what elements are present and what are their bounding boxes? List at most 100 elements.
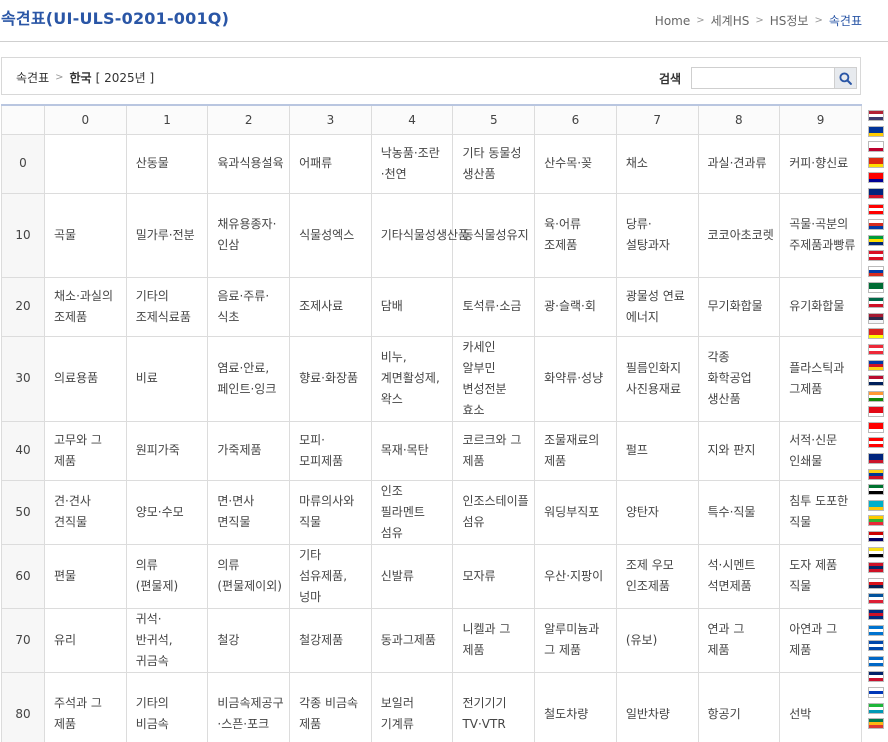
flag-canada-icon[interactable] <box>868 203 884 215</box>
chapter-cell[interactable]: 니켈과 그 제품 <box>452 607 536 673</box>
chapter-cell[interactable]: (유보) <box>615 607 699 673</box>
flag-switzerland-icon[interactable] <box>868 421 884 433</box>
chapter-cell[interactable]: 일반차량 <box>615 671 699 742</box>
chapter-cell[interactable]: 무기화합물 <box>697 276 781 337</box>
flag-el-salvador-icon[interactable] <box>868 640 884 652</box>
chapter-cell[interactable]: 낙농품·조란·천연 <box>370 133 454 194</box>
chapter-cell[interactable]: 당류·설탕과자 <box>615 192 699 278</box>
chapter-cell[interactable]: 어패류 <box>289 133 372 194</box>
chapter-cell[interactable]: 조물재료의 제품 <box>534 420 617 481</box>
flag-uzbekistan-icon[interactable] <box>868 702 884 714</box>
flag-brunei-icon[interactable] <box>868 546 884 558</box>
chapter-cell[interactable]: 편물 <box>44 543 127 609</box>
chapter-cell[interactable]: 선박 <box>779 671 862 742</box>
chapter-cell[interactable]: 철강 <box>207 607 291 673</box>
chapter-cell[interactable]: 석·시멘트 석면제품 <box>697 543 781 609</box>
chapter-cell[interactable]: 비금속제공구·스픈·포크 <box>207 671 291 742</box>
chapter-cell[interactable]: 철도차량 <box>534 671 617 742</box>
chapter-cell[interactable]: 광·슬랙·회 <box>534 276 617 337</box>
breadcrumb-current[interactable]: 속견표 <box>829 12 862 29</box>
chapter-cell[interactable]: 과실·견과류 <box>697 133 781 194</box>
flag-australia-icon[interactable] <box>868 187 884 199</box>
flag-honduras-icon[interactable] <box>868 624 884 636</box>
chapter-cell[interactable]: 비누, 계면활성제, 왁스 <box>370 335 454 422</box>
chapter-cell[interactable]: 카세인 알부민 변성전분 효소 <box>452 335 536 422</box>
flag-kazakhstan-icon[interactable] <box>868 499 884 511</box>
chapter-cell[interactable]: 원피가죽 <box>125 420 209 481</box>
chapter-cell[interactable]: 가죽제품 <box>207 420 291 481</box>
chapter-cell[interactable]: 담배 <box>370 276 454 337</box>
flag-south-africa-icon[interactable] <box>868 718 884 730</box>
flag-uk-icon[interactable] <box>868 671 884 683</box>
chapter-cell[interactable]: 산수목·꽂 <box>534 133 617 194</box>
chapter-cell[interactable]: 견·견사 견직물 <box>44 479 127 545</box>
flag-israel-icon[interactable] <box>868 686 884 698</box>
chapter-cell[interactable]: 워딩부직포 <box>534 479 617 545</box>
chapter-cell[interactable]: 의류(편물제) <box>125 543 209 609</box>
chapter-cell[interactable]: 향료·화장품 <box>289 335 372 422</box>
chapter-cell[interactable]: 조제 우모 인조제품 <box>615 543 699 609</box>
chapter-cell[interactable]: 플라스틱과 그제품 <box>779 335 862 422</box>
flag-brazil-icon[interactable] <box>868 234 884 246</box>
flag-singapore-icon[interactable] <box>868 343 884 355</box>
flag-japan-icon[interactable] <box>868 141 884 153</box>
chapter-cell[interactable]: 철강제품 <box>289 607 372 673</box>
chapter-cell[interactable]: 육과식용설육 <box>207 133 291 194</box>
chapter-cell[interactable]: 면·면사 면직물 <box>207 479 291 545</box>
chapter-cell[interactable]: 유리 <box>44 607 127 673</box>
flag-vietnam-icon[interactable] <box>868 328 884 340</box>
flag-iceland-icon[interactable] <box>868 593 884 605</box>
chapter-cell[interactable]: 양모·수모 <box>125 479 209 545</box>
chapter-cell[interactable]: 알루미늄과 그 제품 <box>534 607 617 673</box>
chapter-cell[interactable]: 조제사료 <box>289 276 372 337</box>
flag-turkey-icon[interactable] <box>868 406 884 418</box>
breadcrumb-hs-info[interactable]: HS정보 <box>770 12 809 29</box>
chapter-cell[interactable]: 보일러 기계류 <box>370 671 454 742</box>
chapter-cell[interactable]: 도자 제품 직물 <box>779 543 862 609</box>
flag-uae-icon[interactable] <box>868 484 884 496</box>
chapter-cell[interactable]: 유기화합물 <box>779 276 862 337</box>
chapter-cell[interactable]: 연과 그 제품 <box>697 607 781 673</box>
chapter-cell[interactable]: 염료·안료, 페인트·잉크 <box>207 335 291 422</box>
chapter-cell[interactable]: 모자류 <box>452 543 536 609</box>
flag-peru-icon[interactable] <box>868 250 884 262</box>
chapter-cell[interactable]: 우산·지팡이 <box>534 543 617 609</box>
chapter-cell[interactable]: 펄프 <box>615 420 699 481</box>
flag-usa-icon[interactable] <box>868 110 884 121</box>
flag-colombia-icon[interactable] <box>868 468 884 480</box>
chapter-cell[interactable]: 신발류 <box>370 543 454 609</box>
chapter-cell[interactable]: 각종 비금속 제품 <box>289 671 372 742</box>
chapter-cell[interactable]: 곡물 <box>44 192 127 278</box>
chapter-cell[interactable]: 식물성엑스 <box>289 192 372 278</box>
chapter-cell[interactable]: 마류의사와 직물 <box>289 479 372 545</box>
chapter-cell[interactable]: 인조스테이플 섬유 <box>452 479 536 545</box>
flag-taiwan-icon[interactable] <box>868 172 884 184</box>
flag-india-icon[interactable] <box>868 390 884 402</box>
chapter-cell[interactable]: 필름인화지 사진용재료 <box>615 335 699 422</box>
chapter-cell[interactable]: 인조 필라멘트 섬유 <box>370 479 454 545</box>
flag-thailand-icon[interactable] <box>868 312 884 324</box>
chapter-cell[interactable]: 비료 <box>125 335 209 422</box>
chapter-cell[interactable]: 고무와 그 제품 <box>44 420 127 481</box>
chapter-cell[interactable]: 육·어류 조제품 <box>534 192 617 278</box>
chapter-cell[interactable]: 밀가루·전분 <box>125 192 209 278</box>
flag-canada-2-icon[interactable] <box>868 437 884 449</box>
chapter-cell[interactable]: 코르크와 그 제품 <box>452 420 536 481</box>
chapter-cell[interactable]: 기타 섬유제품,넝마 <box>289 543 372 609</box>
chapter-cell[interactable]: 기타식물성생산품 <box>370 192 469 278</box>
chapter-cell[interactable]: 주석과 그 제품 <box>44 671 127 742</box>
flag-china-icon[interactable] <box>868 156 884 168</box>
chapter-cell[interactable]: 지와 판지 <box>697 420 781 481</box>
chapter-cell[interactable]: 각종 화학공업 생산품 <box>697 335 781 422</box>
flag-malaysia-icon[interactable] <box>868 531 884 543</box>
flag-mexico-icon[interactable] <box>868 297 884 309</box>
chapter-cell[interactable]: 화약류·성냥 <box>534 335 617 422</box>
chapter-cell[interactable]: 동식물성유지 <box>452 192 536 278</box>
flag-chile-icon[interactable] <box>868 219 884 231</box>
chapter-cell[interactable]: 서적·신문 인쇄물 <box>779 420 862 481</box>
chapter-cell[interactable]: 채유용종자·인삼 <box>207 192 291 278</box>
chapter-cell[interactable]: 곡물·곡분의 주제품과빵류 <box>779 192 862 278</box>
chapter-cell[interactable]: 산동물 <box>125 133 209 194</box>
chapter-cell[interactable]: 전기기기 TV·VTR <box>452 671 536 742</box>
chapter-cell[interactable]: 의류(편물제이외) <box>207 543 291 609</box>
